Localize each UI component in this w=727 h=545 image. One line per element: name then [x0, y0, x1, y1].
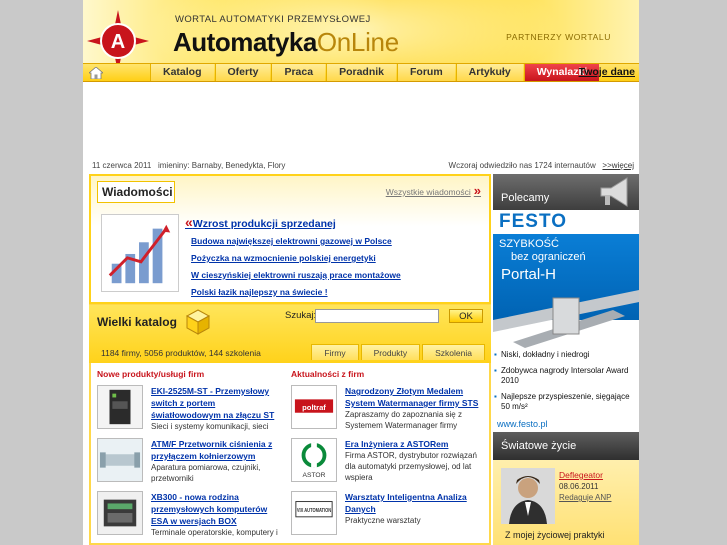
product-title[interactable]: ATM/F Przetwornik ciśnienia z przyłączem…	[151, 438, 285, 462]
company-news-title[interactable]: Era Inżyniera z ASTORem	[345, 438, 479, 450]
person-date: 08.06.2011	[559, 482, 599, 491]
company-news-desc: Praktyczne warsztaty	[345, 516, 421, 525]
festo-bullet: Najlepsze przyspieszenie, sięgające 50 m…	[494, 392, 637, 412]
page: A WORTAL AUTOMATYKI PRZEMYSŁOWEJ Automat…	[83, 0, 639, 545]
company-news-column: Aktualności z firm poltraf Nagrodzony Zł…	[291, 369, 481, 544]
linear-axis-image	[493, 290, 639, 348]
company-news-title[interactable]: Nagrodzony Złotym Medalem System Waterma…	[345, 385, 479, 409]
product-category: Sieci i systemy komunikacji, sieci	[151, 422, 269, 431]
catalog-stats: 1184 firmy, 5056 produktów, 144 szkoleni…	[101, 348, 261, 358]
company-logo-text: ASTOR	[303, 472, 326, 479]
news-item[interactable]: Pożyczka na wzmocnienie polskiej energet…	[191, 253, 485, 263]
site-tagline: WORTAL AUTOMATYKI PRZEMYSŁOWEJ	[175, 14, 371, 25]
list-item: poltraf Nagrodzony Złotym Medalem System…	[291, 385, 481, 438]
festo-line-1: SZYBKOŚĆ	[499, 238, 559, 250]
all-news-link[interactable]: Wszystkie wiadomości»	[386, 183, 481, 198]
visits-count: Wczoraj odwiedziło nas 1724 internautów	[448, 161, 596, 170]
tab-firmy[interactable]: Firmy	[311, 344, 359, 360]
news-item[interactable]: Polski łazik najlepszy na świecie !	[191, 287, 485, 297]
list-item: VIX AUTOMATION Warsztaty Inteligentna An…	[291, 491, 481, 544]
company-logo-text: VIX AUTOMATION	[297, 508, 331, 514]
recommended-title: Polecamy	[501, 192, 550, 204]
double-arrow-icon: »	[473, 183, 481, 198]
tab-forum[interactable]: Forum	[397, 64, 455, 81]
poltraf-logo-icon[interactable]: poltraf	[291, 385, 337, 429]
search-ok-button[interactable]: OK	[449, 309, 483, 323]
banner-area	[89, 86, 637, 156]
brand-name[interactable]: AutomatykaOnLine	[173, 27, 399, 58]
recommended-header: Polecamy	[493, 174, 639, 210]
news-lead-link[interactable]: «Wzrost produkcji sprzedanej	[185, 214, 485, 230]
product-category: Aparatura pomiarowa, czujniki, przetworn…	[151, 463, 261, 483]
nameday: imieniny: Barnaby, Benedykta, Flory	[157, 161, 286, 170]
news-item[interactable]: W cieszyńskiej elektrowni ruszają prace …	[191, 270, 485, 280]
list-item: EKI-2525M-ST - Przemysłowy switch z port…	[97, 385, 287, 438]
news-title: Wiadomości	[97, 181, 175, 203]
new-products-heading: Nowe produkty/usługi firm	[97, 369, 205, 379]
world-life-section: Deflegeator 08.06.2011 Redaguje ANP Z mo…	[493, 460, 639, 545]
festo-bullet: Niski, dokładny i niedrogi	[494, 350, 637, 360]
astor-logo-icon[interactable]: ASTOR	[291, 438, 337, 482]
quote-icon: «	[185, 214, 193, 230]
person-quote: Z mojej życiowej praktyki	[505, 530, 605, 540]
search-input[interactable]	[315, 309, 439, 323]
news-section: Wiadomości Wszystkie wiadomości» «Wzrost…	[89, 174, 491, 304]
product-category: Terminale operatorskie, komputery i	[151, 528, 278, 537]
account-link[interactable]: Twoje dane	[579, 66, 635, 78]
news-chart-image[interactable]	[101, 214, 179, 292]
person-photo[interactable]	[501, 468, 555, 524]
new-products-column: Nowe produkty/usługi firm EKI-2525M-ST -…	[97, 369, 287, 544]
tab-artykuly[interactable]: Artykuły	[455, 64, 523, 81]
partners-link[interactable]: PARTNERZY WORTALU	[506, 32, 611, 42]
festo-ad[interactable]: FESTO SZYBKOŚĆ bez ograniczeń Portal-H N…	[493, 210, 639, 432]
vix-logo-icon[interactable]: VIX AUTOMATION	[291, 491, 337, 535]
dateline: 11 czerwca 2011 imieniny: Barnaby, Bened…	[83, 158, 639, 172]
tab-praca[interactable]: Praca	[271, 64, 326, 81]
list-item: XB300 - nowa rodzina przemysłowych kompu…	[97, 491, 287, 544]
person-role[interactable]: Redaguje ANP	[559, 493, 611, 502]
world-life-title: Światowe życie	[501, 440, 577, 452]
megaphone-icon	[600, 177, 628, 207]
list-item: ATM/F Przetwornik ciśnienia z przyłączem…	[97, 438, 287, 491]
company-news-title[interactable]: Warsztaty Inteligentna Analiza Danych	[345, 491, 479, 515]
current-date: 11 czerwca 2011	[92, 161, 152, 170]
tab-oferty[interactable]: Oferty	[214, 64, 271, 81]
world-life-header: Światowe życie	[493, 432, 639, 460]
svg-text:A: A	[111, 31, 125, 53]
more-link[interactable]: >>więcej	[602, 161, 634, 170]
lists-section: Nowe produkty/usługi firm EKI-2525M-ST -…	[89, 363, 491, 545]
box-icon	[185, 309, 211, 335]
tab-produkty[interactable]: Produkty	[360, 344, 421, 360]
person-name[interactable]: Deflegeator	[559, 470, 603, 480]
product-thumb-computer[interactable]	[97, 491, 143, 535]
company-news-heading: Aktualności z firm	[291, 369, 365, 379]
search-label: Szukaj:	[285, 310, 317, 321]
sidebar: Polecamy FESTO SZYBKOŚĆ bez ograniczeń P…	[493, 174, 639, 545]
festo-url[interactable]: www.festo.pl	[497, 419, 548, 429]
festo-line-2: bez ograniczeń	[511, 251, 586, 263]
company-news-desc: Zapraszamy do zapoznania się z Systemem …	[345, 410, 462, 430]
news-item[interactable]: Budowa największej elektrowni gazowej w …	[191, 236, 485, 246]
company-news-desc: Firma ASTOR, dystrybutor rozwiązań dla a…	[345, 451, 477, 482]
festo-logo: FESTO	[493, 210, 639, 234]
main-nav: Katalog Oferty Praca Poradnik Forum Arty…	[83, 63, 639, 82]
list-item: ASTOR Era Inżyniera z ASTORem Firma ASTO…	[291, 438, 481, 491]
product-title[interactable]: XB300 - nowa rodzina przemysłowych kompu…	[151, 491, 285, 527]
site-header: A WORTAL AUTOMATYKI PRZEMYSŁOWEJ Automat…	[83, 0, 639, 82]
tab-poradnik[interactable]: Poradnik	[326, 64, 396, 81]
company-logo-text: poltraf	[302, 403, 326, 412]
home-icon[interactable]	[89, 67, 103, 79]
tab-szkolenia[interactable]: Szkolenia	[422, 344, 485, 360]
catalog-section: Wielki katalog Szukaj: OK 1184 firmy, 50…	[89, 305, 491, 363]
catalog-title: Wielki katalog	[97, 315, 177, 329]
product-thumb-switch[interactable]	[97, 385, 143, 429]
product-thumb-transmitter[interactable]	[97, 438, 143, 482]
main-column: Wiadomości Wszystkie wiadomości» «Wzrost…	[89, 174, 491, 545]
tab-katalog[interactable]: Katalog	[150, 64, 214, 81]
product-title[interactable]: EKI-2525M-ST - Przemysłowy switch z port…	[151, 385, 285, 421]
festo-bullet: Zdobywca nagrody Intersolar Award 2010	[494, 366, 637, 386]
